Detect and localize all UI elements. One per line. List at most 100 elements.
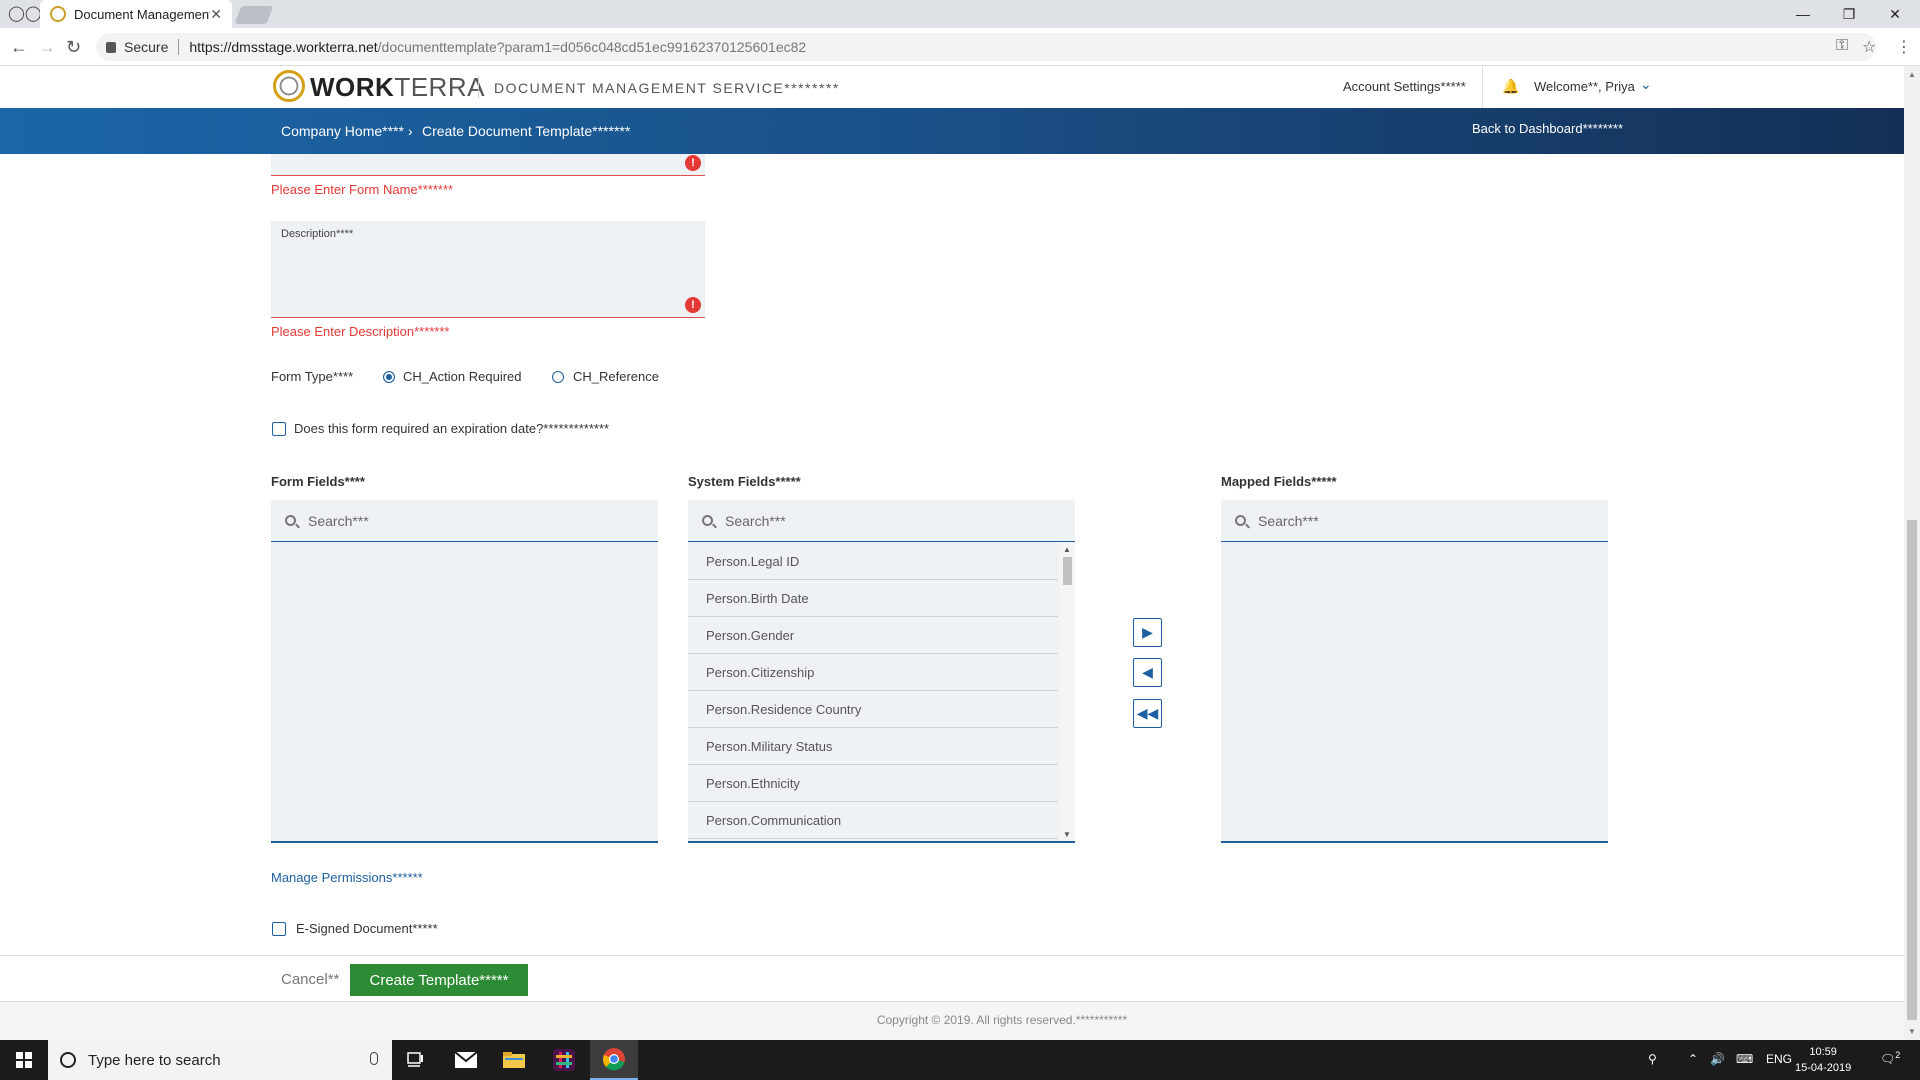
slack-app-icon[interactable] <box>540 1040 588 1080</box>
people-icon[interactable]: ⚲ <box>1648 1052 1657 1066</box>
windows-taskbar: Type here to search ⚲ ⌃ 🔊 ⌨ ENG 10:59 15… <box>0 1040 1920 1080</box>
windows-start-icon[interactable] <box>16 1052 32 1068</box>
search-icon <box>285 515 296 526</box>
tab-title: Document Management <box>74 6 211 22</box>
play-left-icon: ◀ <box>1142 664 1153 680</box>
mail-app-icon[interactable] <box>442 1040 490 1080</box>
account-settings-link[interactable]: Account Settings***** <box>1343 79 1466 94</box>
mapped-fields-title: Mapped Fields***** <box>1221 474 1337 489</box>
close-window-button[interactable]: ✕ <box>1872 0 1918 28</box>
welcome-user[interactable]: Welcome**, Priya <box>1534 79 1635 94</box>
manage-permissions-link[interactable]: Manage Permissions****** <box>271 870 423 885</box>
new-tab-button[interactable] <box>234 6 274 24</box>
chevron-down-icon[interactable]: ⌄ <box>1640 76 1652 93</box>
clock-date: 15-04-2019 <box>1795 1062 1852 1074</box>
reload-icon[interactable]: ↻ <box>66 37 81 58</box>
page-scrollbar[interactable]: ▲ ▼ <box>1904 66 1920 1040</box>
action-bar: Cancel** Create Template***** <box>0 955 1904 1002</box>
copyright-footer: Copyright © 2019. All rights reserved.**… <box>0 1002 1904 1040</box>
create-template-button[interactable]: Create Template***** <box>350 964 528 996</box>
forward-arrow-icon[interactable]: → <box>38 37 56 58</box>
url-field[interactable]: Secure https://dmsstage.workterra.net /d… <box>96 33 1876 61</box>
form-type-label: Form Type**** <box>271 369 354 384</box>
chrome-app-icon[interactable] <box>590 1040 638 1080</box>
move-right-button[interactable]: ▶ <box>1133 618 1162 647</box>
radio-reference-label[interactable]: CH_Reference <box>573 369 659 384</box>
header-divider <box>1482 66 1483 108</box>
system-fields-search-input[interactable]: Search*** <box>688 500 1075 542</box>
back-arrow-icon[interactable]: ← <box>10 37 28 58</box>
language-indicator[interactable]: ENG <box>1766 1052 1792 1066</box>
radio-action-required-label[interactable]: CH_Action Required <box>403 369 522 384</box>
url-path: /documenttemplate?param1=d056c048cd51ec9… <box>377 39 807 55</box>
form-name-error: Please Enter Form Name******* <box>271 182 454 197</box>
form-fields-search-input[interactable]: Search*** <box>271 500 658 542</box>
url-host: https://dmsstage.workterra.net <box>189 39 378 55</box>
scroll-thumb[interactable] <box>1063 557 1072 585</box>
error-icon: ! <box>685 297 701 313</box>
breadcrumb-current: Create Document Template******* <box>422 123 631 139</box>
keyboard-icon[interactable]: ⌨ <box>1736 1052 1753 1066</box>
radio-action-required[interactable] <box>383 371 395 383</box>
browser-tab[interactable]: Document Management ✕ <box>40 0 232 28</box>
back-to-dashboard-link[interactable]: Back to Dashboard******** <box>1472 121 1623 136</box>
logo-text: WORKTERRA <box>310 72 485 102</box>
cancel-button[interactable]: Cancel** <box>281 971 339 988</box>
expiration-label[interactable]: Does this form required an expiration da… <box>294 421 609 436</box>
double-left-icon: ◀◀ <box>1136 705 1159 721</box>
logo-divider <box>478 76 479 98</box>
scroll-up-icon[interactable]: ▲ <box>1908 70 1916 79</box>
breadcrumb-separator: › <box>408 123 413 139</box>
esigned-checkbox[interactable] <box>272 922 286 936</box>
file-explorer-icon[interactable] <box>490 1040 538 1080</box>
error-icon: ! <box>685 155 701 171</box>
search-icon <box>1235 515 1246 526</box>
expiration-checkbox[interactable] <box>272 422 286 436</box>
clock-time: 10:59 <box>1809 1046 1837 1058</box>
list-item[interactable]: Person.Residence Country <box>688 691 1058 728</box>
system-clock[interactable]: 10:59 15-04-2019 <box>1795 1044 1851 1076</box>
secure-label: Secure <box>124 39 169 55</box>
bell-icon[interactable]: 🔔 <box>1502 78 1519 95</box>
breadcrumb-company-home[interactable]: Company Home**** <box>281 123 404 139</box>
microphone-icon[interactable] <box>370 1052 378 1065</box>
mapped-fields-search-input[interactable]: Search*** <box>1221 500 1608 542</box>
scroll-up-icon[interactable]: ▲ <box>1063 545 1071 554</box>
menu-dots-icon[interactable]: ⋮ <box>1896 37 1912 57</box>
list-item[interactable]: Person.Citizenship <box>688 654 1058 691</box>
list-item[interactable]: Person.Birth Date <box>688 580 1058 617</box>
mapped-fields-panel: Search*** <box>1221 500 1608 843</box>
minimize-button[interactable]: — <box>1780 0 1826 28</box>
move-left-button[interactable]: ◀ <box>1133 658 1162 687</box>
chevron-up-icon[interactable]: ⌃ <box>1688 1052 1698 1066</box>
move-all-left-button[interactable]: ◀◀ <box>1133 699 1162 728</box>
radio-reference[interactable] <box>552 371 564 383</box>
tab-close-icon[interactable]: ✕ <box>210 6 222 23</box>
form-fields-panel: Search*** <box>271 500 658 843</box>
list-item[interactable]: Person.Legal ID <box>688 543 1058 580</box>
bookmark-star-icon[interactable]: ☆ <box>1862 37 1876 57</box>
page-scroll-thumb[interactable] <box>1907 520 1917 1020</box>
scroll-down-icon[interactable]: ▼ <box>1063 830 1071 839</box>
list-item[interactable]: Person.Military Status <box>688 728 1058 765</box>
system-fields-scrollbar[interactable]: ▲ ▼ <box>1059 543 1075 841</box>
address-bar: ← → ↻ Secure https://dmsstage.workterra.… <box>0 28 1920 66</box>
list-item[interactable]: Person.Communication <box>688 802 1058 839</box>
taskbar-search-input[interactable]: Type here to search <box>48 1040 392 1080</box>
form-name-field[interactable] <box>271 154 705 176</box>
search-icon <box>702 515 713 526</box>
app-header: WORKTERRA DOCUMENT MANAGEMENT SERVICE***… <box>0 66 1904 108</box>
task-view-icon[interactable] <box>392 1040 440 1080</box>
volume-icon[interactable]: 🔊 <box>1710 1052 1725 1066</box>
notification-icon[interactable]: 🗨2 <box>1880 1050 1900 1066</box>
key-icon[interactable]: ⚿ <box>1836 37 1848 55</box>
taskbar-search-placeholder: Type here to search <box>88 1051 221 1069</box>
list-item[interactable]: Person.Ethnicity <box>688 765 1058 802</box>
restore-button[interactable]: ❐ <box>1826 0 1872 28</box>
description-error: Please Enter Description******* <box>271 324 450 339</box>
list-item[interactable]: Person.Gender <box>688 617 1058 654</box>
scroll-down-icon[interactable]: ▼ <box>1908 1027 1916 1036</box>
search-placeholder: Search*** <box>725 512 786 529</box>
copyright-text: Copyright © 2019. All rights reserved.**… <box>876 1013 1128 1027</box>
esigned-label[interactable]: E-Signed Document***** <box>296 921 438 936</box>
